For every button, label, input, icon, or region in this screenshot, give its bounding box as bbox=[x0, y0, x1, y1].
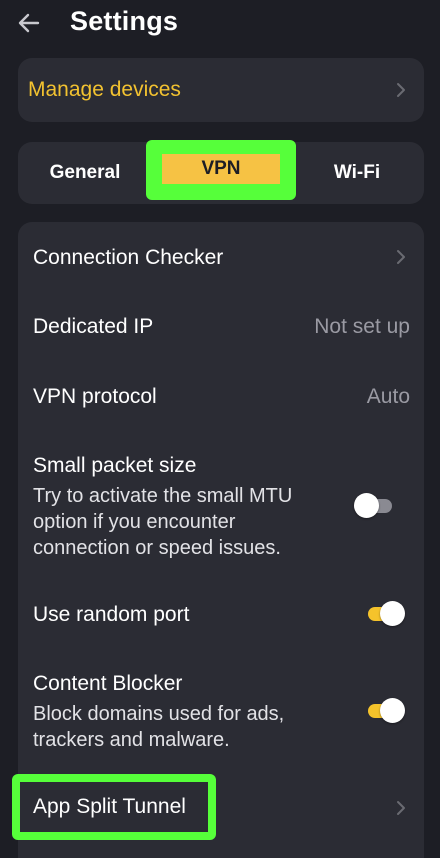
small-packet-label: Small packet size bbox=[33, 454, 197, 477]
connection-checker-label: Connection Checker bbox=[33, 246, 224, 269]
toggle-knob bbox=[380, 601, 405, 626]
tab-vpn[interactable]: VPN bbox=[162, 154, 280, 184]
app-split-tunnel-row[interactable]: App Split Tunnel bbox=[20, 782, 208, 832]
dedicated-ip-label: Dedicated IP bbox=[33, 315, 154, 338]
header: Settings bbox=[0, 0, 440, 50]
chevron-right-icon bbox=[394, 80, 408, 100]
small-packet-description: Try to activate the small MTU option if … bbox=[33, 485, 293, 559]
content-blocker-description: Block domains used for ads, trackers and… bbox=[33, 703, 285, 751]
settings-tabs: General VPN Wi-Fi bbox=[18, 140, 424, 204]
app-split-tunnel-highlight: App Split Tunnel bbox=[12, 774, 216, 840]
small-packet-toggle[interactable] bbox=[354, 493, 396, 518]
random-port-toggle[interactable] bbox=[362, 601, 405, 626]
app-split-tunnel-label: App Split Tunnel bbox=[33, 795, 186, 818]
random-port-label: Use random port bbox=[33, 603, 190, 626]
tab-general[interactable]: General bbox=[18, 142, 152, 204]
chevron-right-icon bbox=[394, 798, 408, 818]
small-packet-row: Small packet size Try to activate the sm… bbox=[18, 442, 424, 572]
dedicated-ip-value: Not set up bbox=[314, 315, 410, 338]
toggle-knob bbox=[380, 698, 405, 723]
random-port-row: Use random port bbox=[18, 582, 424, 642]
back-button[interactable] bbox=[14, 8, 44, 38]
connection-checker-row[interactable]: Connection Checker bbox=[18, 222, 424, 292]
manage-devices-label: Manage devices bbox=[28, 78, 181, 101]
chevron-right-icon bbox=[394, 247, 408, 267]
toggle-knob bbox=[354, 493, 379, 518]
vpn-settings-list: Connection Checker Dedicated IP Not set … bbox=[18, 222, 424, 858]
content-blocker-row: Content Blocker Block domains used for a… bbox=[18, 662, 424, 762]
vpn-protocol-value: Auto bbox=[366, 385, 410, 408]
content-blocker-toggle[interactable] bbox=[362, 698, 405, 723]
manage-devices-button[interactable]: Manage devices bbox=[18, 58, 424, 122]
vpn-protocol-row[interactable]: VPN protocol Auto bbox=[18, 362, 424, 432]
content-blocker-label: Content Blocker bbox=[33, 672, 183, 695]
tab-vpn-highlight: VPN bbox=[146, 140, 296, 200]
dedicated-ip-row[interactable]: Dedicated IP Not set up bbox=[18, 292, 424, 362]
arrow-left-icon bbox=[18, 13, 40, 33]
tab-wifi[interactable]: Wi-Fi bbox=[290, 142, 424, 204]
vpn-protocol-label: VPN protocol bbox=[33, 385, 157, 408]
page-title: Settings bbox=[70, 6, 179, 36]
